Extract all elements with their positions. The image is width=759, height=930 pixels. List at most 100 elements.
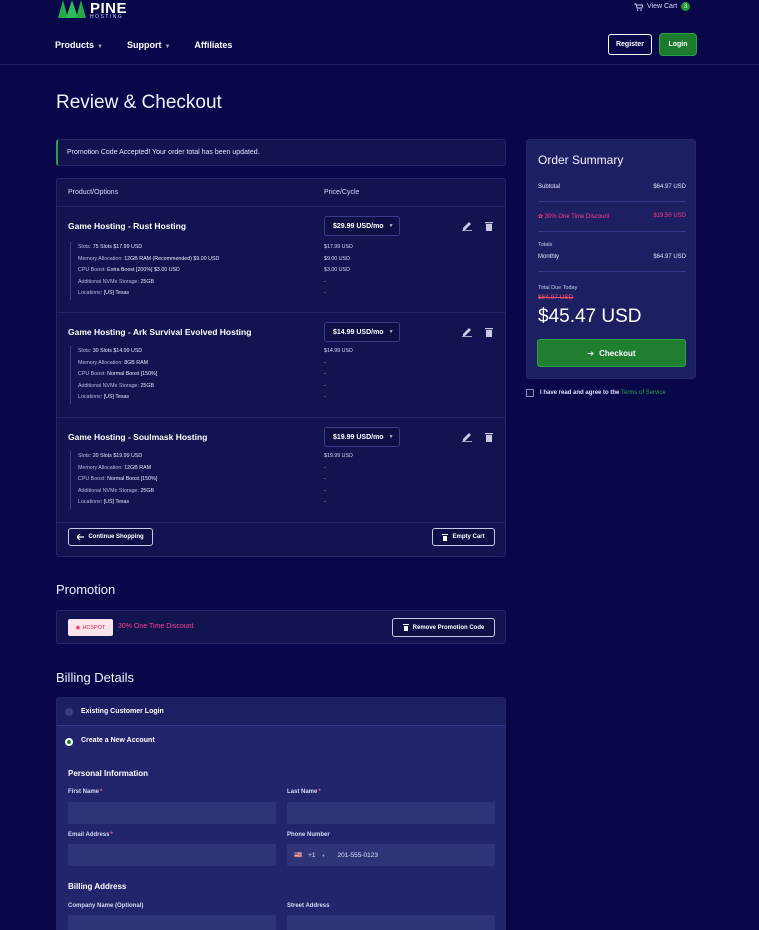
edit-icon[interactable]: [462, 327, 472, 337]
radio-unselected[interactable]: [65, 708, 73, 716]
original-total: $64.97 USD: [538, 294, 574, 301]
register-button[interactable]: Register: [608, 34, 652, 55]
nav-products[interactable]: Products ▼: [55, 40, 103, 50]
trash-icon: [442, 533, 449, 541]
option-value: [US] Texas: [103, 290, 130, 296]
nav-support-label: Support: [126, 40, 162, 50]
cart-item: Game Hosting - Ark Survival Evolved Host…: [57, 313, 505, 418]
remove-promotion-label: Remove Promotion Code: [412, 624, 485, 631]
cart-item-title: Game Hosting - Soulmask Hosting: [68, 432, 208, 442]
option-key: CPU Boost:: [78, 267, 106, 273]
logo[interactable]: PINE HOSTING: [58, 0, 127, 20]
first-name-field[interactable]: [68, 802, 276, 824]
monthly-row: Monthly $64.97 USD: [538, 254, 686, 260]
street-field[interactable]: [287, 915, 495, 930]
trash-icon[interactable]: [484, 327, 494, 337]
arrow-right-icon: ➔: [587, 348, 595, 358]
nav-affiliates-label: Affiliates: [194, 40, 233, 50]
last-name-label: Last Name*: [287, 789, 321, 795]
option-row: Memory Allocation: 12GB RAM (Recommended…: [78, 254, 219, 266]
email-label-text: Email Address: [68, 832, 110, 838]
option-value: 25GB: [140, 487, 154, 494]
required-asterisk: *: [110, 832, 113, 838]
remove-promotion-button[interactable]: Remove Promotion Code: [392, 618, 495, 637]
option-price: -: [324, 476, 326, 482]
divider: [538, 201, 686, 202]
existing-login-label: Existing Customer Login: [81, 708, 164, 715]
order-summary-panel: Order Summary Subtotal $64.97 USD ✿ 30% …: [526, 139, 696, 379]
option-key: Memory Allocation:: [78, 255, 123, 262]
checkout-button[interactable]: ➔ Checkout: [538, 340, 685, 366]
empty-cart-button[interactable]: Empty Cart: [432, 528, 495, 546]
chevron-down-icon: ▼: [97, 44, 103, 50]
item-options: Slots: 75 Slots $17.99 USD Memory Alloca…: [70, 242, 219, 300]
email-field[interactable]: [68, 844, 276, 866]
tos-checkbox[interactable]: [526, 389, 534, 397]
tos-link[interactable]: Terms of Service: [621, 390, 666, 396]
create-account-label[interactable]: Create a New Account: [81, 737, 155, 744]
company-field[interactable]: [68, 915, 276, 930]
us-flag-icon[interactable]: 🇺🇸: [294, 851, 302, 859]
option-price: $17.99 USD: [324, 244, 353, 250]
divider: [538, 231, 686, 232]
edit-icon[interactable]: [462, 221, 472, 231]
view-cart-link[interactable]: View Cart 3: [634, 2, 691, 11]
option-price: $14.99 USD: [324, 348, 353, 354]
cart-item-title: Game Hosting - Ark Survival Evolved Host…: [68, 327, 252, 337]
tag-icon: ◉: [75, 624, 81, 631]
email-label: Email Address*: [68, 832, 113, 838]
subtotal-label: Subtotal: [538, 184, 561, 190]
option-key: Slots:: [78, 348, 92, 354]
option-price: -: [324, 290, 326, 296]
billing-cycle-select[interactable]: $19.99 USD/mo ▼: [324, 427, 400, 447]
promo-code-badge: ◉ HCSPOT: [68, 619, 113, 636]
top-navbar: PINE HOSTING View Cart 3 Products ▼ Suppo…: [0, 0, 759, 65]
company-label: Company Name (Optional): [68, 903, 144, 909]
trash-icon[interactable]: [484, 432, 494, 442]
edit-icon[interactable]: [462, 432, 472, 442]
billing-cycle-select[interactable]: $29.99 USD/mo ▼: [324, 216, 400, 236]
required-asterisk: *: [318, 789, 321, 795]
billing-cycle-select[interactable]: $14.99 USD/mo ▼: [324, 322, 400, 342]
login-button[interactable]: Login: [660, 34, 696, 55]
cart-icon: [634, 3, 643, 11]
total-due-today: $45.47 USD: [538, 306, 642, 327]
chevron-down-icon: ▼: [164, 44, 171, 50]
option-price: -: [324, 371, 326, 377]
existing-customer-option[interactable]: Existing Customer Login: [57, 698, 505, 726]
radio-selected[interactable]: [65, 738, 73, 746]
billing-heading: Billing Details: [56, 670, 135, 685]
chevron-down-icon: ▼: [321, 852, 326, 858]
promo-success-alert: Promotion Code Accepted! Your order tota…: [56, 139, 506, 166]
option-key: CPU Boost:: [78, 476, 106, 482]
option-value: 25GB: [140, 278, 154, 285]
trash-icon[interactable]: [484, 221, 494, 231]
option-row: Additional NVMe Storage: 25GB: [78, 381, 157, 393]
option-row: CPU Boost: Normal Boost [150%]: [78, 474, 157, 486]
option-key: Additional NVMe Storage:: [78, 278, 139, 285]
continue-shopping-button[interactable]: Continue Shopping: [68, 528, 153, 546]
option-key: Additional NVMe Storage:: [78, 487, 139, 494]
item-option-prices: $14.99 USD - - - -: [324, 346, 353, 404]
billing-cycle-value: $14.99 USD/mo: [333, 328, 384, 336]
tos-text: I have read and agree to the: [540, 390, 620, 396]
view-cart-label: View Cart: [647, 3, 678, 10]
option-value: [US] Texas: [103, 394, 130, 400]
discount-label: 30% One Time Discount: [544, 214, 610, 220]
nav-support[interactable]: Support ▼: [127, 40, 170, 50]
pine-trees-icon: [58, 0, 86, 18]
due-today-label: Total Due Today: [538, 285, 578, 291]
option-value: 20 Slots $19.99 USD: [92, 453, 143, 459]
subtotal-value: $64.97 USD: [653, 184, 686, 190]
tos-label: I have read and agree to the Terms of Se…: [540, 390, 666, 396]
nav-affiliates[interactable]: Affiliates: [194, 40, 232, 50]
promo-description: 30% One Time Discount: [118, 623, 194, 630]
option-row: Memory Allocation: 12GB RAM: [78, 463, 157, 475]
phone-field[interactable]: 🇺🇸 +1 ▼ 201-555-0123: [287, 844, 495, 866]
option-price: -: [324, 499, 326, 505]
alert-text: Promotion Code Accepted! Your order tota…: [67, 149, 260, 156]
option-price: -: [324, 394, 326, 400]
option-key: Additional NVMe Storage:: [78, 382, 139, 389]
last-name-field[interactable]: [287, 802, 495, 824]
nav-products-label: Products: [55, 40, 95, 50]
